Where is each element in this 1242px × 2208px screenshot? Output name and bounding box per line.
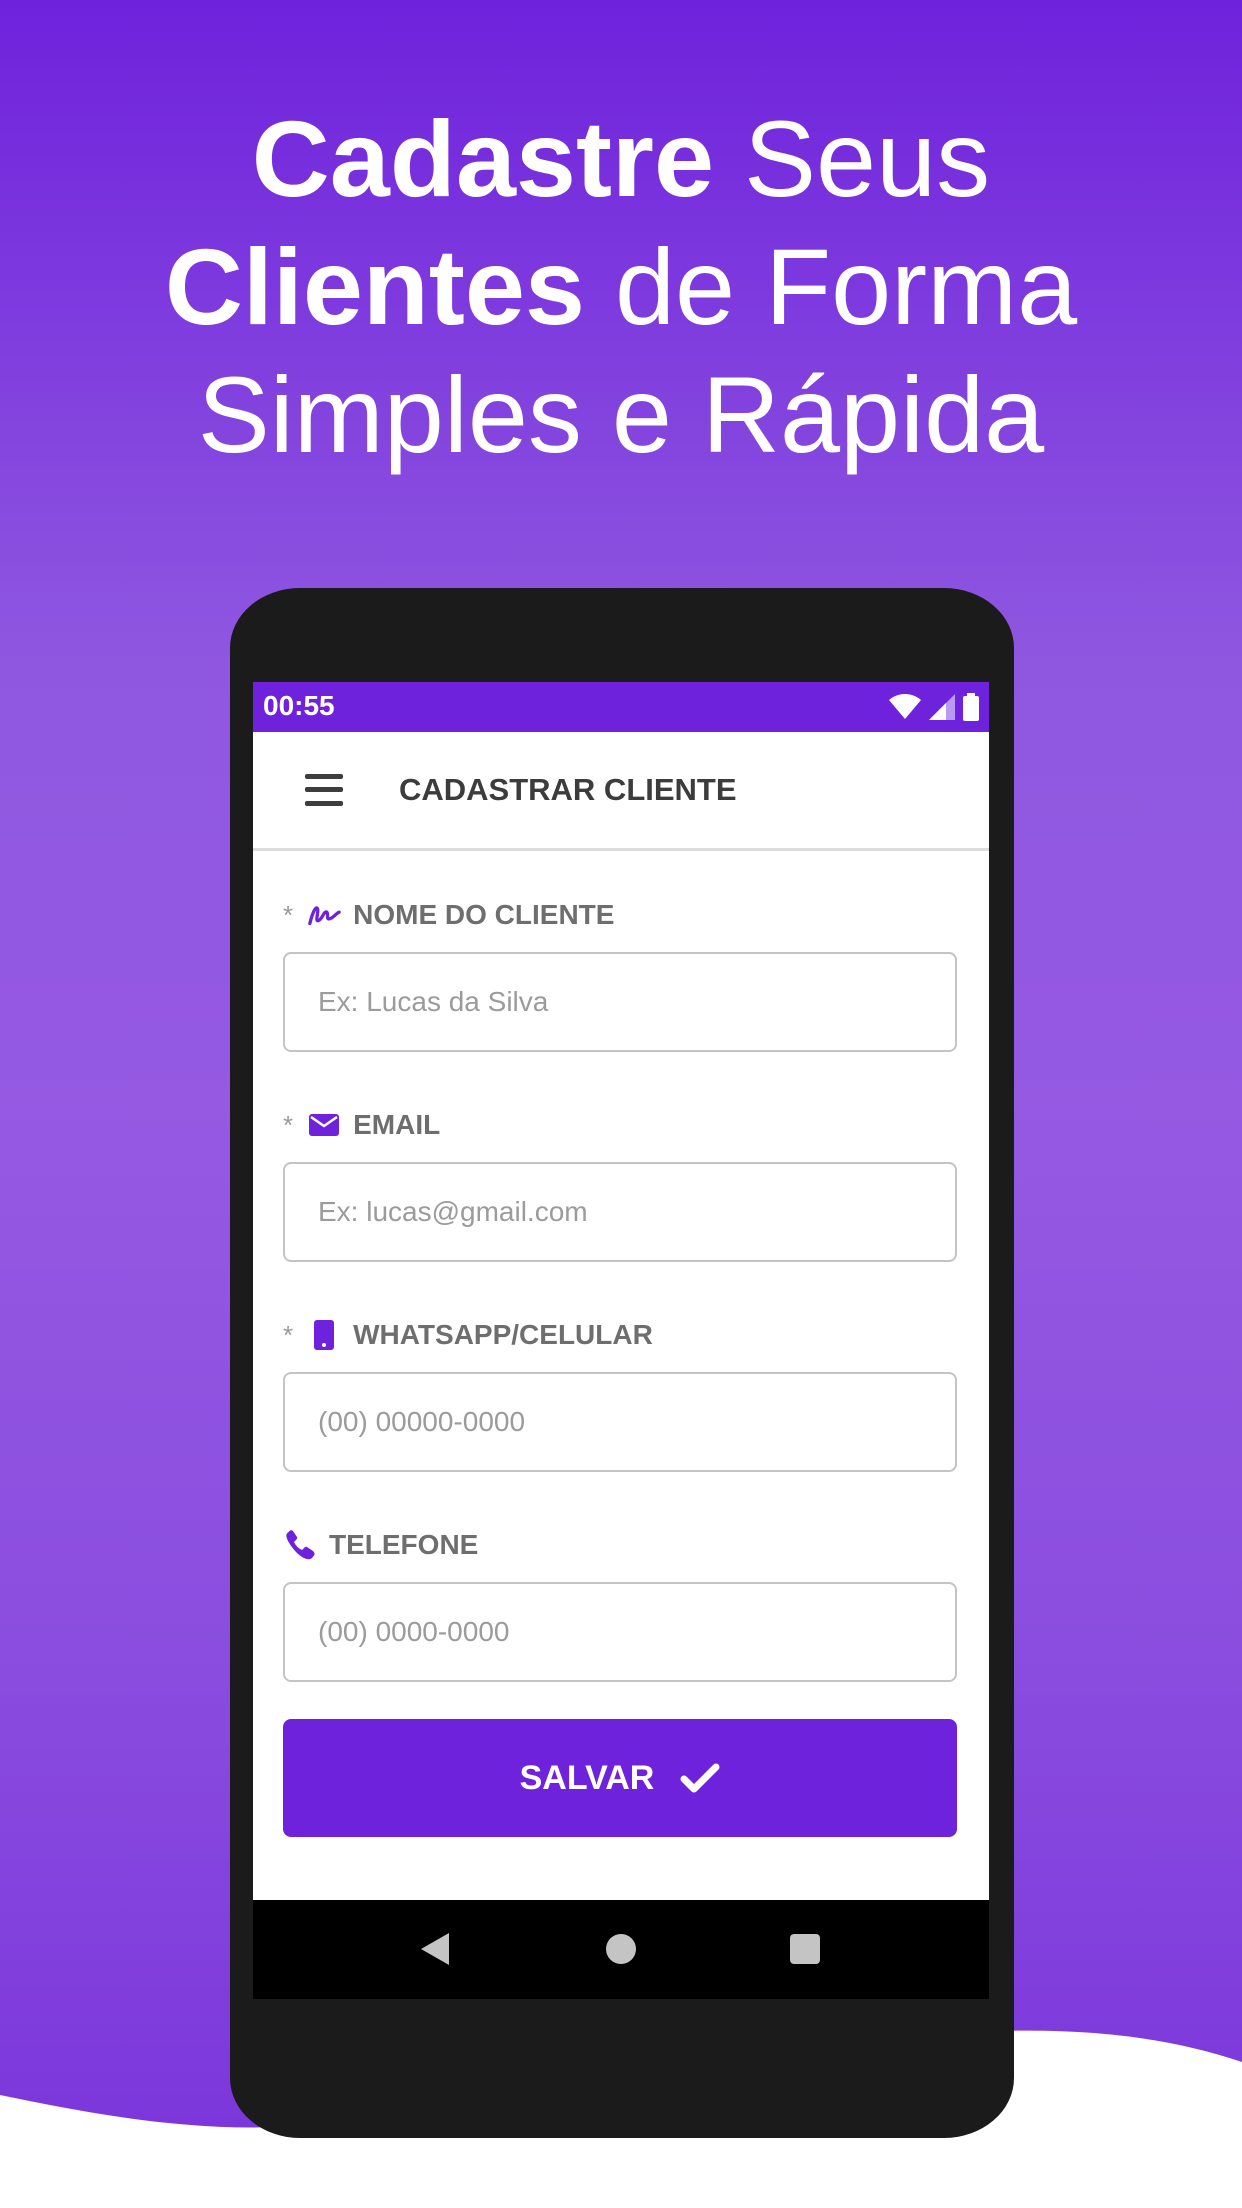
field-label-email: * EMAIL <box>283 1105 440 1145</box>
headline-text-1: Seus <box>714 98 991 219</box>
phone-icon <box>283 1528 317 1562</box>
signal-icon <box>929 694 955 720</box>
field-label-text: NOME DO CLIENTE <box>353 899 615 930</box>
field-label-text: EMAIL <box>353 1109 441 1140</box>
whatsapp-input[interactable] <box>283 1372 957 1472</box>
headline-line-1: Cadastre Seus <box>0 95 1242 223</box>
required-mark: * <box>283 1109 294 1140</box>
back-icon[interactable] <box>415 1929 455 1969</box>
check-icon <box>680 1763 720 1793</box>
status-time: 00:55 <box>263 690 335 721</box>
save-button-label: SALVAR <box>519 1758 655 1797</box>
home-icon[interactable] <box>601 1929 641 1969</box>
app-bar: CADASTRAR CLIENTE <box>253 732 989 851</box>
headline-bold-2: Clientes <box>164 226 585 347</box>
telefone-input[interactable] <box>283 1582 957 1682</box>
headline-bold-1: Cadastre <box>251 98 715 219</box>
required-mark: * <box>283 899 294 930</box>
field-label-text: WHATSAPP/CELULAR <box>353 1319 653 1350</box>
battery-icon <box>963 693 979 721</box>
menu-icon[interactable] <box>305 774 343 806</box>
email-input[interactable] <box>283 1162 957 1262</box>
envelope-icon <box>307 1108 341 1142</box>
field-label-nome: * NOME DO CLIENTE <box>283 895 614 935</box>
signature-icon <box>307 898 341 932</box>
client-name-input[interactable] <box>283 952 957 1052</box>
save-button[interactable]: SALVAR <box>283 1719 957 1837</box>
navigation-bar <box>253 1900 989 1999</box>
field-label-text: TELEFONE <box>329 1529 479 1560</box>
phone-screen: 00:55 CADASTRAR CLIENTE * NOME DO CLIENT… <box>253 682 989 1999</box>
field-label-telefone: TELEFONE <box>283 1525 478 1565</box>
field-label-whatsapp: * WHATSAPP/CELULAR <box>283 1315 653 1355</box>
required-mark: * <box>283 1319 294 1350</box>
wifi-icon <box>889 694 921 719</box>
promo-headline: Cadastre Seus Clientes de Forma Simples … <box>0 95 1242 479</box>
headline-line-3: Simples e Rápida <box>197 354 1045 475</box>
status-bar: 00:55 <box>253 682 989 732</box>
status-icons <box>889 691 979 723</box>
page-title: CADASTRAR CLIENTE <box>399 772 737 807</box>
headline-line-2: Clientes de Forma <box>0 223 1242 351</box>
recents-icon[interactable] <box>785 1929 825 1969</box>
mobile-phone-icon <box>307 1318 341 1352</box>
headline-text-2: de Forma <box>584 226 1078 347</box>
